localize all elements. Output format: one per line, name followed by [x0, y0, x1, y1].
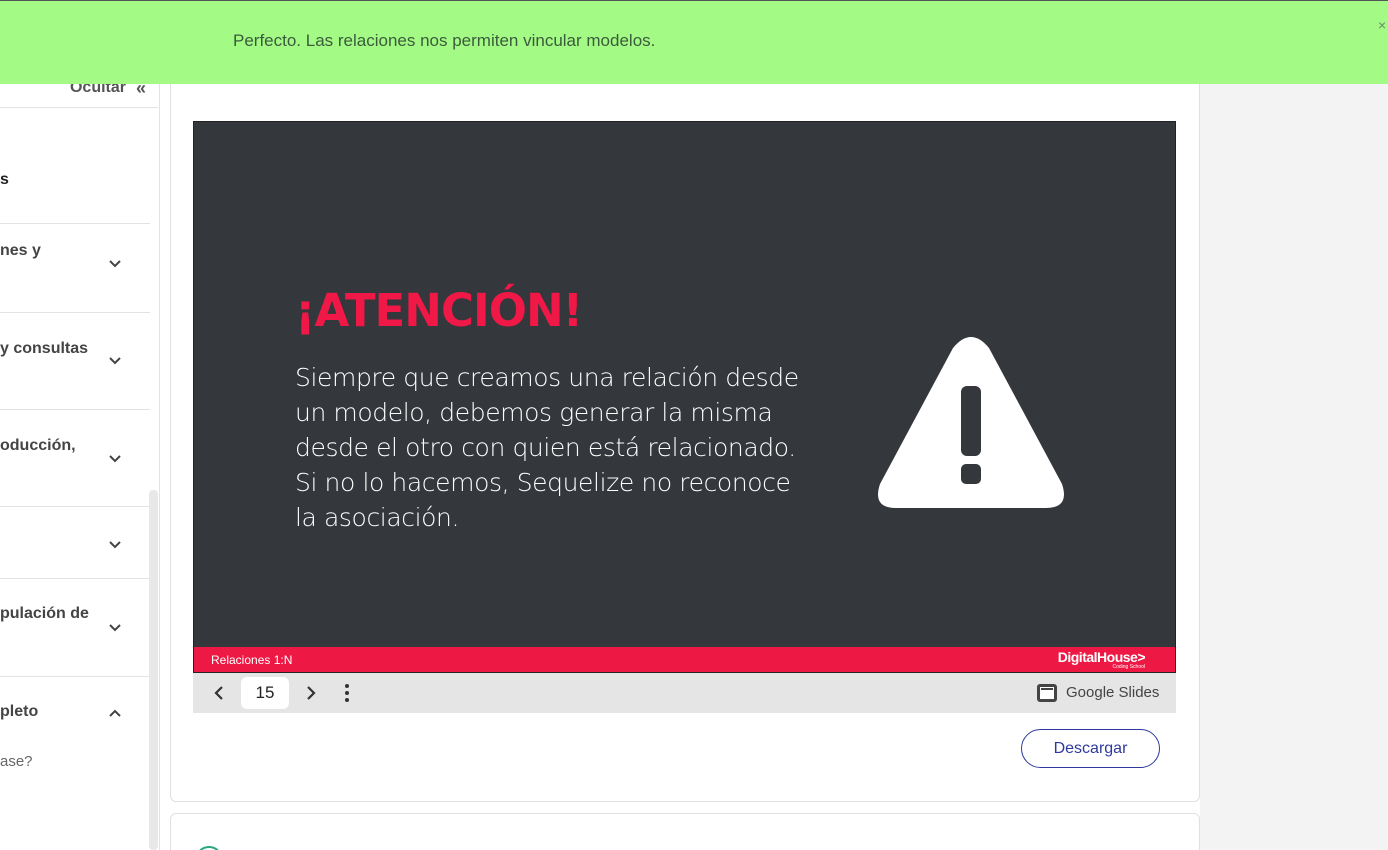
sidebar-item-label: pulación de — [0, 605, 89, 622]
slide-footer: Relaciones 1:N DigitalHouse> Coding Scho… — [194, 647, 1175, 672]
sidebar-item-3[interactable]: oducción, — [0, 409, 150, 506]
sidebar-item-5[interactable]: pulación de — [0, 578, 150, 676]
chevron-down-icon — [109, 624, 121, 632]
page-right-background — [1200, 0, 1388, 850]
google-slides-link[interactable]: Google Slides — [1066, 684, 1159, 701]
sidebar-item-4[interactable] — [0, 506, 150, 578]
more-options-icon[interactable] — [337, 683, 357, 703]
previous-slide-icon[interactable] — [209, 683, 229, 703]
slide-footer-label: Relaciones 1:N — [211, 653, 293, 667]
sidebar-item-label: y consultas — [0, 340, 89, 357]
digital-house-logo: DigitalHouse> — [1057, 649, 1146, 665]
chevron-down-icon — [109, 541, 121, 549]
slide-body-text: Siempre que creamos una relación desde u… — [295, 363, 799, 532]
banner-message: Perfecto. Las relaciones nos permiten vi… — [233, 31, 656, 50]
next-content-card — [170, 813, 1200, 850]
chevron-down-icon — [109, 260, 121, 268]
presentation-slide: ¡ATENCIÓN! Siempre que creamos una relac… — [193, 121, 1176, 673]
sidebar-sub-item[interactable]: ase? — [0, 753, 33, 770]
next-slide-icon[interactable] — [301, 683, 321, 703]
warning-icon — [878, 337, 1064, 508]
sidebar-item-2[interactable]: y consultas — [0, 312, 150, 409]
course-sidebar: Ocultar « s nes y y consultas oducción, … — [0, 0, 160, 850]
digital-house-logo-subtitle: Coding School — [1112, 664, 1145, 670]
success-banner: Perfecto. Las relaciones nos permiten vi… — [0, 0, 1388, 84]
sidebar-item-label: oducción, — [0, 437, 76, 454]
sidebar-item-label: pleto — [0, 703, 39, 720]
sidebar-item-1[interactable]: nes y — [0, 223, 150, 313]
sidebar-item-label: nes y — [0, 242, 41, 259]
status-circle-icon — [195, 846, 223, 850]
sidebar-scrollbar[interactable] — [149, 490, 158, 850]
download-button[interactable]: Descargar — [1021, 729, 1160, 768]
slides-toolbar: 15 Google Slides — [193, 673, 1176, 713]
close-icon[interactable]: × — [1378, 17, 1386, 33]
sidebar-section-title: s — [0, 171, 9, 188]
chevron-down-icon — [109, 357, 121, 365]
chevron-down-icon — [109, 455, 121, 463]
slide-heading: ¡ATENCIÓN! — [295, 284, 583, 337]
chevron-up-icon — [109, 709, 121, 717]
google-slides-icon[interactable] — [1037, 684, 1057, 702]
slide-page-number[interactable]: 15 — [241, 677, 289, 709]
